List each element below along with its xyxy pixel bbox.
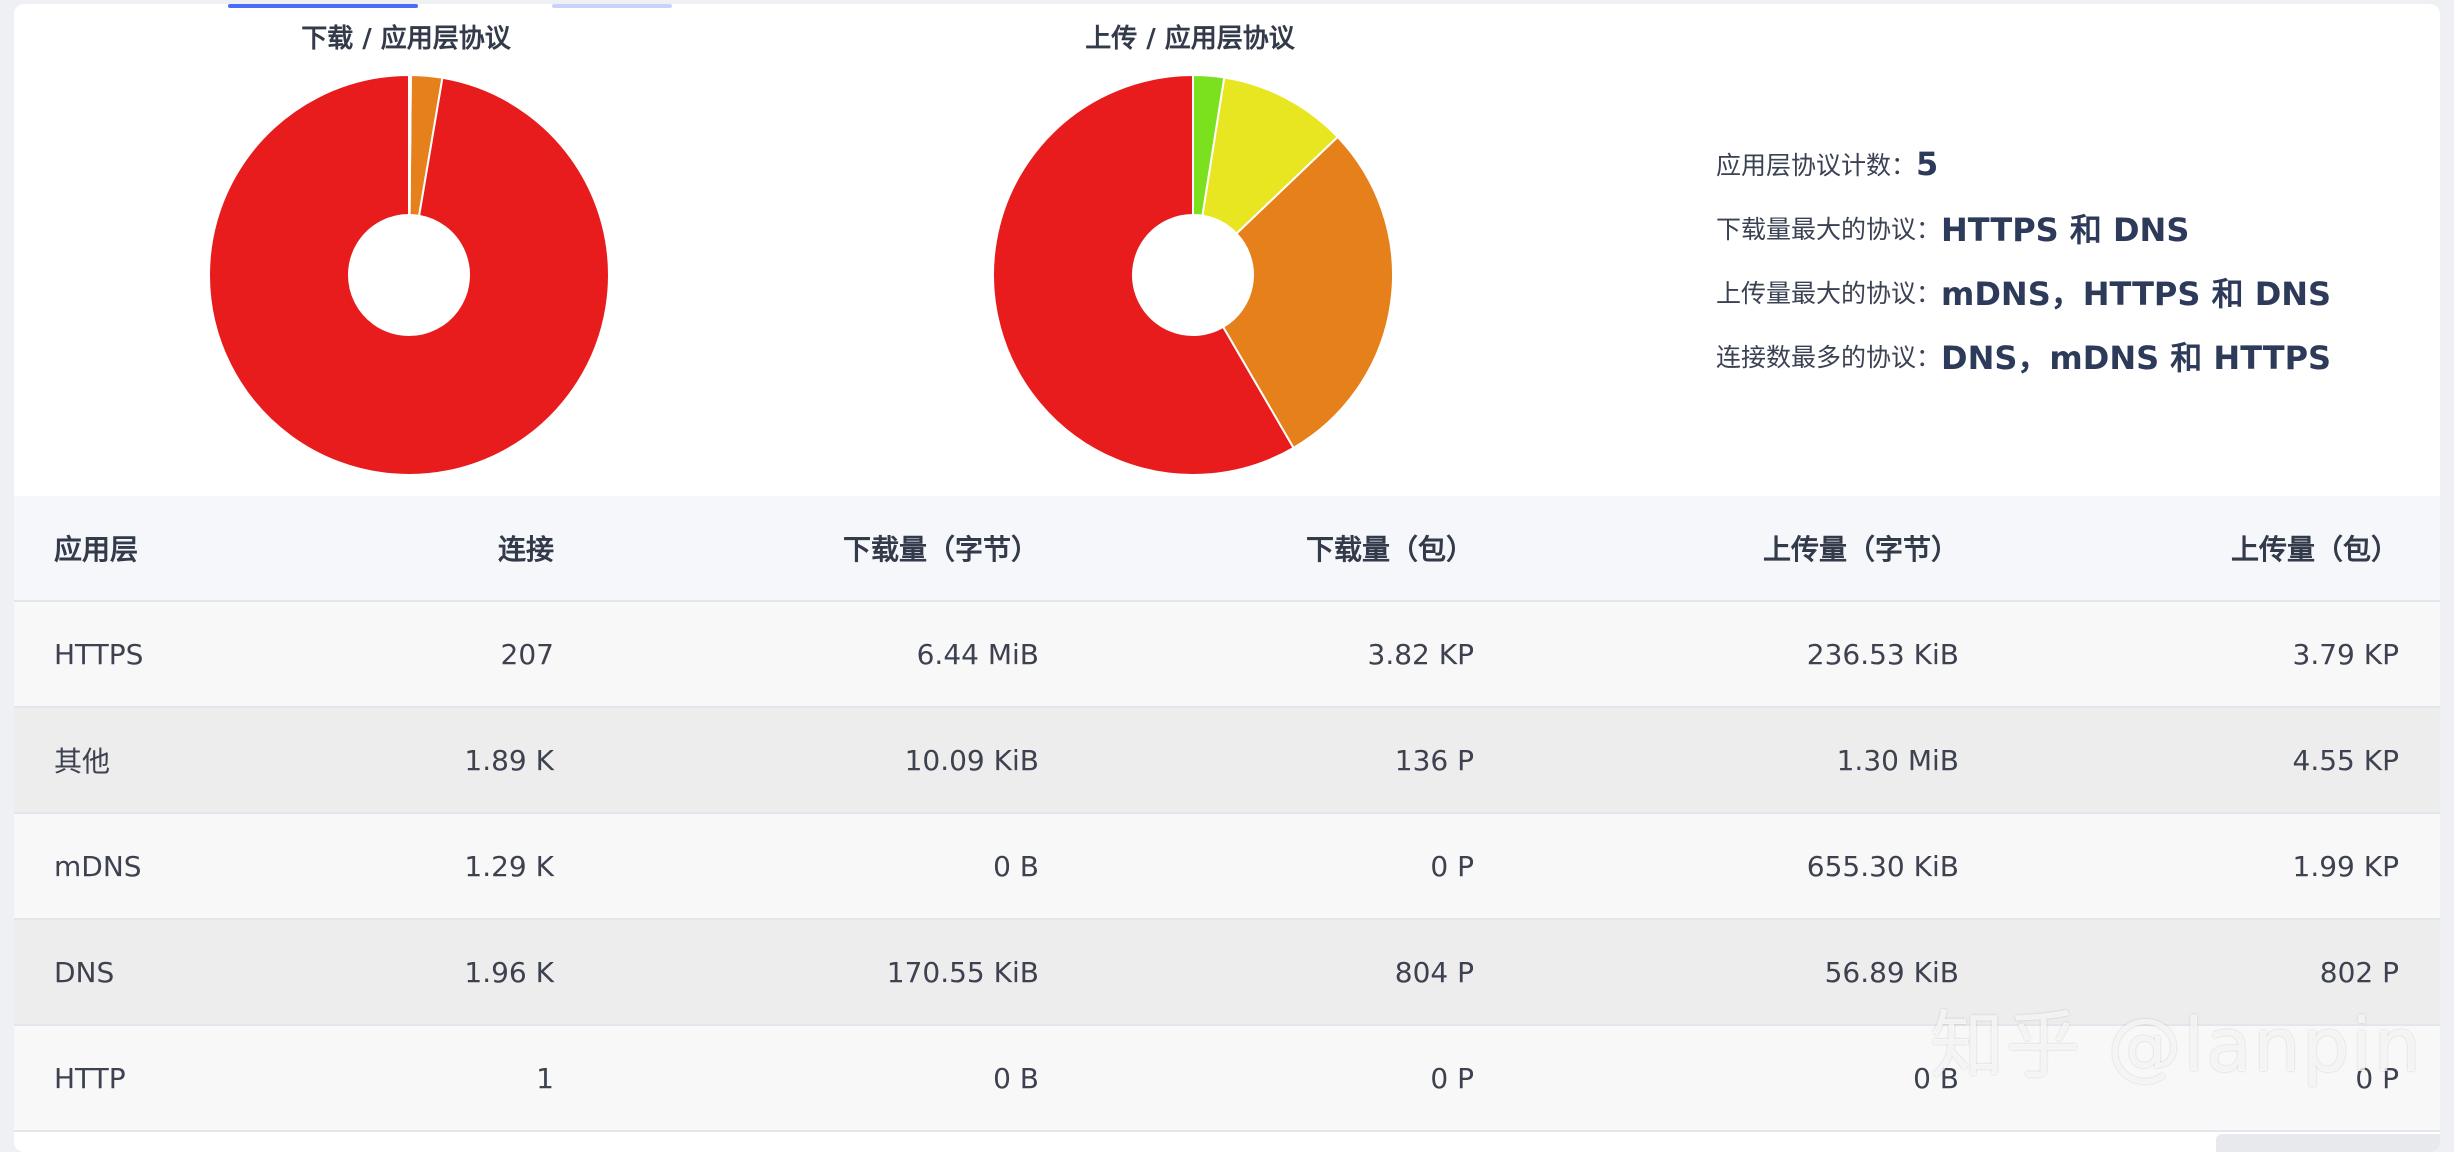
download-chart-title: 下载 / 应用层协议 (301, 24, 511, 54)
cell-upload-packets: 802 P (2319, 955, 2399, 989)
summary-value: DNS，mDNS 和 HTTPS (1941, 339, 2332, 377)
cell-upload-packets: 3.79 KP (2292, 637, 2400, 671)
summary-row-top-upload: 上传量最大的协议： mDNS，HTTPS 和 DNS (1716, 260, 2331, 324)
cell-upload-bytes: 56.89 KiB (1824, 955, 1959, 989)
upload-chart-title: 上传 / 应用层协议 (1085, 24, 1295, 54)
cell-download-bytes: 0 B (993, 1061, 1039, 1095)
column-header-upload-packets[interactable]: 上传量（包） (1959, 528, 2399, 568)
cell-download-packets: 804 P (1394, 955, 1474, 989)
cell-download-packets: 0 P (1430, 849, 1474, 883)
cell-upload-bytes: 1.30 MiB (1836, 743, 1959, 777)
watermark-text: 知乎 @lanpin (1930, 1003, 2423, 1089)
column-header-download-packets[interactable]: 下载量（包） (1039, 528, 1474, 568)
summary-label: 应用层协议计数： (1716, 151, 1917, 180)
protocol-stats-card: 下载 / 应用层协议 上传 / 应用层协议 应用层协议计数： 5 下载量最大的协… (14, 4, 2440, 1152)
tab-indicator-secondary[interactable] (552, 4, 672, 8)
summary-row-protocol-count: 应用层协议计数： 5 (1716, 132, 2331, 196)
pagination-button[interactable] (2216, 1134, 2440, 1152)
cell-upload-bytes: 0 B (1913, 1061, 1959, 1095)
table-row[interactable]: mDNS 1.29 K 0 B 0 P 655.30 KiB 1.99 KP (14, 814, 2440, 920)
summary-label: 下载量最大的协议： (1716, 215, 1942, 244)
cell-connections: 1.96 K (464, 955, 554, 989)
download-donut-chart[interactable] (204, 70, 614, 480)
summary-panel: 应用层协议计数： 5 下载量最大的协议： HTTPS 和 DNS 上传量最大的协… (1716, 132, 2331, 388)
cell-download-bytes: 0 B (993, 849, 1039, 883)
cell-protocol: HTTP (54, 1061, 126, 1095)
cell-upload-bytes: 655.30 KiB (1806, 849, 1959, 883)
cell-connections: 1 (536, 1061, 554, 1095)
cell-protocol: 其他 (54, 745, 111, 778)
cell-download-bytes: 6.44 MiB (916, 637, 1039, 671)
cell-download-packets: 3.82 KP (1367, 637, 1475, 671)
summary-row-top-connections: 连接数最多的协议： DNS，mDNS 和 HTTPS (1716, 324, 2331, 388)
summary-label: 上传量最大的协议： (1716, 279, 1942, 308)
cell-upload-packets: 4.55 KP (2292, 743, 2400, 777)
cell-protocol: mDNS (54, 849, 142, 883)
column-header-upload-bytes[interactable]: 上传量（字节） (1474, 528, 1959, 568)
pie-slice-其他[interactable] (408, 73, 412, 217)
upload-donut-chart[interactable] (988, 70, 1398, 480)
cell-download-bytes: 10.09 KiB (904, 743, 1039, 777)
table-header: 应用层 连接 下载量（字节） 下载量（包） 上传量（字节） 上传量（包） (14, 496, 2440, 602)
cell-upload-packets: 1.99 KP (2292, 849, 2400, 883)
cell-protocol: HTTPS (54, 637, 144, 671)
table-row[interactable]: HTTPS 207 6.44 MiB 3.82 KP 236.53 KiB 3.… (14, 602, 2440, 708)
summary-label: 连接数最多的协议： (1716, 343, 1942, 372)
cell-connections: 1.89 K (464, 743, 554, 777)
summary-value: 5 (1916, 145, 1939, 183)
cell-protocol: DNS (54, 955, 115, 989)
cell-download-bytes: 170.55 KiB (886, 955, 1039, 989)
table-row[interactable]: 其他 1.89 K 10.09 KiB 136 P 1.30 MiB 4.55 … (14, 708, 2440, 814)
tab-indicator[interactable] (228, 4, 418, 8)
cell-connections: 207 (500, 637, 554, 671)
cell-connections: 1.29 K (464, 849, 554, 883)
cell-download-packets: 136 P (1394, 743, 1474, 777)
summary-value: HTTPS 和 DNS (1941, 211, 2190, 249)
cell-download-packets: 0 P (1430, 1061, 1474, 1095)
summary-row-top-download: 下载量最大的协议： HTTPS 和 DNS (1716, 196, 2331, 260)
column-header-connections[interactable]: 连接 (214, 528, 554, 568)
column-header-protocol[interactable]: 应用层 (14, 528, 214, 568)
cell-upload-bytes: 236.53 KiB (1806, 637, 1959, 671)
summary-value: mDNS，HTTPS 和 DNS (1941, 275, 2332, 313)
column-header-download-bytes[interactable]: 下载量（字节） (554, 528, 1039, 568)
